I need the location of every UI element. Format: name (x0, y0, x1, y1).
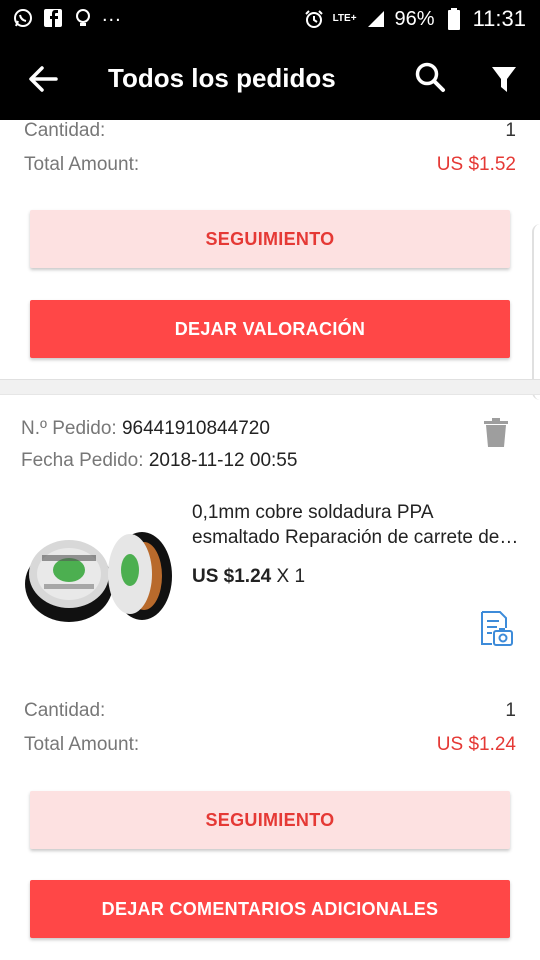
quantity-value: 1 (505, 700, 516, 721)
total-amount: US $1.24 (436, 734, 516, 755)
unit-price: US $1.24 (192, 566, 272, 587)
scrollbar[interactable] (532, 224, 540, 400)
quantity-label: Cantidad: (24, 120, 106, 141)
total-label: Total Amount: (24, 154, 140, 175)
item-quantity: X 1 (276, 566, 306, 587)
leave-additional-comments-button[interactable]: DEJAR COMENTARIOS ADICIONALES (30, 880, 510, 938)
back-arrow-icon[interactable] (26, 62, 60, 96)
order-number: N.º Pedido: 96441910844720 (21, 418, 270, 440)
trash-icon[interactable] (483, 418, 509, 448)
alarm-icon (303, 8, 325, 30)
search-icon[interactable] (414, 60, 448, 96)
clock: 11:31 (472, 6, 526, 31)
quantity-row: Cantidad: 1 (24, 120, 516, 144)
status-bar: ... LTE+ 96% 11:31 (0, 0, 540, 38)
tracking-button[interactable]: SEGUIMIENTO (30, 210, 510, 268)
battery-icon (443, 8, 465, 30)
facebook-icon (42, 7, 64, 29)
order-divider (0, 379, 540, 395)
quantity-label: Cantidad: (24, 700, 106, 721)
page-title: Todos los pedidos (108, 63, 336, 93)
tracking-button[interactable]: SEGUIMIENTO (30, 791, 510, 849)
filter-icon[interactable] (490, 62, 518, 96)
app-bar: Todos los pedidos (0, 38, 540, 120)
product-image[interactable] (24, 522, 174, 626)
total-row: Total Amount: US $1.52 (24, 154, 516, 178)
order-date: Fecha Pedido: 2018-11-12 00:55 (21, 450, 297, 472)
order-date-label: Fecha Pedido: (21, 450, 144, 471)
price-line: US $1.24 X 1 (192, 566, 305, 588)
more-notifications-indicator: ... (102, 3, 122, 26)
network-type-label: LTE+ (332, 13, 357, 24)
total-label: Total Amount: (24, 734, 140, 755)
order-number-value: 96441910844720 (121, 418, 270, 439)
orders-list[interactable]: Cantidad: 1 Total Amount: US $1.52 SEGUI… (0, 120, 540, 960)
leave-review-button[interactable]: DEJAR VALORACIÓN (30, 300, 510, 358)
quantity-value: 1 (505, 120, 516, 141)
battery-percent: 96% (394, 7, 435, 30)
quantity-row: Cantidad: 1 (24, 700, 516, 724)
lightbulb-icon (72, 7, 94, 29)
product-title-line: esmaltado Reparación de carrete de alamb… (192, 527, 522, 548)
total-row: Total Amount: US $1.24 (24, 734, 516, 758)
order-date-value: 2018-11-12 00:55 (148, 450, 298, 471)
total-amount: US $1.52 (436, 154, 516, 175)
signal-icon (365, 8, 387, 30)
order-number-label: N.º Pedido: (21, 418, 117, 439)
product-title[interactable]: 0,1mm cobre soldadura PPA esmaltado Repa… (192, 500, 522, 550)
product-title-line: 0,1mm cobre soldadura PPA (192, 502, 434, 523)
photo-review-icon[interactable] (478, 610, 514, 648)
whatsapp-icon (12, 7, 34, 29)
